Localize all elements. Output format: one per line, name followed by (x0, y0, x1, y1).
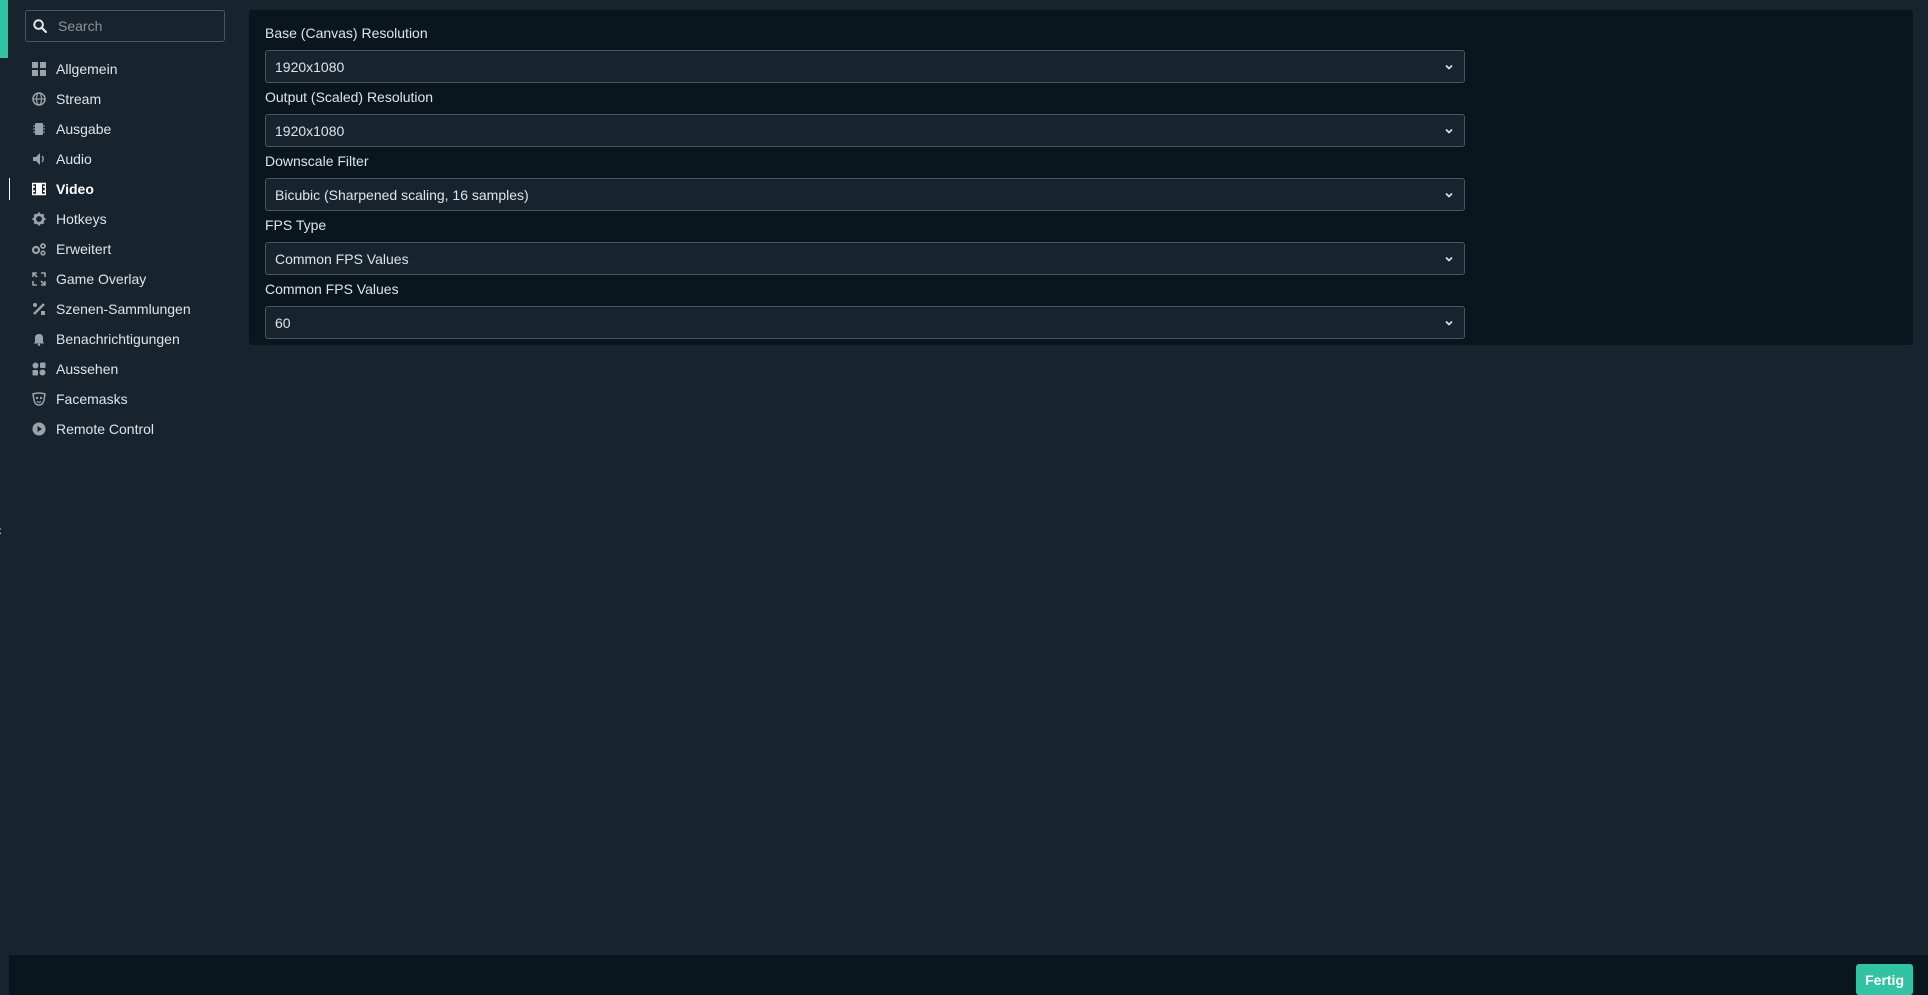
sidebar-item-stream[interactable]: Stream (0, 84, 240, 114)
settings-window: ‹ Allgemein Stream (0, 0, 1928, 995)
select-value: Bicubic (Sharpened scaling, 16 samples) (275, 186, 529, 203)
search-icon (33, 19, 47, 33)
select-value: 1920x1080 (275, 122, 345, 139)
search-input[interactable] (56, 17, 216, 35)
sidebar-item-label: Szenen-Sammlungen (56, 301, 191, 317)
sidebar-item-label: Benachrichtigungen (56, 331, 180, 347)
gear-icon (31, 211, 47, 227)
sidebar-item-hotkeys[interactable]: Hotkeys (0, 204, 240, 234)
sidebar-item-label: Ausgabe (56, 121, 112, 137)
globe-icon (31, 91, 47, 107)
chevron-down-icon (1445, 128, 1453, 134)
common-fps-values-label: Common FPS Values (265, 281, 399, 297)
tools-icon (31, 301, 47, 317)
bell-icon (31, 331, 47, 347)
downscale-filter-label: Downscale Filter (265, 153, 369, 169)
film-icon (31, 181, 47, 197)
sidebar-item-label: Remote Control (56, 421, 155, 437)
sidebar-item-label: Erweitert (56, 241, 112, 257)
gears-icon (31, 241, 47, 257)
settings-nav: Allgemein Stream Ausgabe Audio Video Hot… (0, 54, 240, 444)
common-fps-values-select[interactable]: 60 (265, 306, 1465, 339)
sidebar-item-label: Game Overlay (56, 271, 147, 287)
sidebar-item-aussehen[interactable]: Aussehen (0, 354, 240, 384)
chevron-down-icon (1445, 64, 1453, 70)
select-value: 60 (275, 314, 291, 331)
footer-bar: Fertig (9, 955, 1928, 995)
chip-icon (31, 121, 47, 137)
sidebar-item-label: Video (56, 181, 94, 197)
sidebar-item-label: Stream (56, 91, 102, 107)
select-value: Common FPS Values (275, 250, 409, 267)
base-resolution-label: Base (Canvas) Resolution (265, 25, 428, 41)
sidebar-item-allgemein[interactable]: Allgemein (0, 54, 240, 84)
output-resolution-label: Output (Scaled) Resolution (265, 89, 434, 105)
sidebar-item-remote-control[interactable]: Remote Control (0, 414, 240, 444)
sidebar-item-szenen-sammlungen[interactable]: Szenen-Sammlungen (0, 294, 240, 324)
sidebar-item-label: Aussehen (56, 361, 119, 377)
sidebar-item-label: Audio (56, 151, 92, 167)
search-box[interactable] (25, 10, 225, 42)
sidebar-item-label: Hotkeys (56, 211, 107, 227)
chevron-down-icon (1445, 320, 1453, 326)
downscale-filter-select[interactable]: Bicubic (Sharpened scaling, 16 samples) (265, 178, 1465, 211)
video-settings-panel: Base (Canvas) Resolution 1920x1080 Outpu… (249, 10, 1913, 345)
chevron-down-icon (1445, 256, 1453, 262)
speaker-icon (31, 151, 47, 167)
play-circle-icon (31, 421, 47, 437)
sidebar-item-ausgabe[interactable]: Ausgabe (0, 114, 240, 144)
base-resolution-select[interactable]: 1920x1080 (265, 50, 1465, 83)
chevron-down-icon (1445, 192, 1453, 198)
sidebar-item-label: Allgemein (56, 61, 118, 77)
sidebar-item-label: Facemasks (56, 391, 128, 407)
sidebar-item-erweitert[interactable]: Erweitert (0, 234, 240, 264)
sidebar-item-game-overlay[interactable]: Game Overlay (0, 264, 240, 294)
sidebar-item-video[interactable]: Video (0, 174, 240, 204)
select-value: 1920x1080 (275, 58, 345, 75)
sidebar: Allgemein Stream Ausgabe Audio (0, 0, 240, 955)
mask-icon (31, 391, 47, 407)
sidebar-item-benachrichtigungen[interactable]: Benachrichtigungen (0, 324, 240, 354)
sidebar-item-facemasks[interactable]: Facemasks (0, 384, 240, 414)
palette-icon (31, 361, 47, 377)
grid-icon (31, 61, 47, 77)
sidebar-item-audio[interactable]: Audio (0, 144, 240, 174)
fps-type-select[interactable]: Common FPS Values (265, 242, 1465, 275)
output-resolution-select[interactable]: 1920x1080 (265, 114, 1465, 147)
expand-icon (31, 271, 47, 287)
fps-type-label: FPS Type (265, 217, 327, 233)
done-button[interactable]: Fertig (1856, 964, 1913, 995)
